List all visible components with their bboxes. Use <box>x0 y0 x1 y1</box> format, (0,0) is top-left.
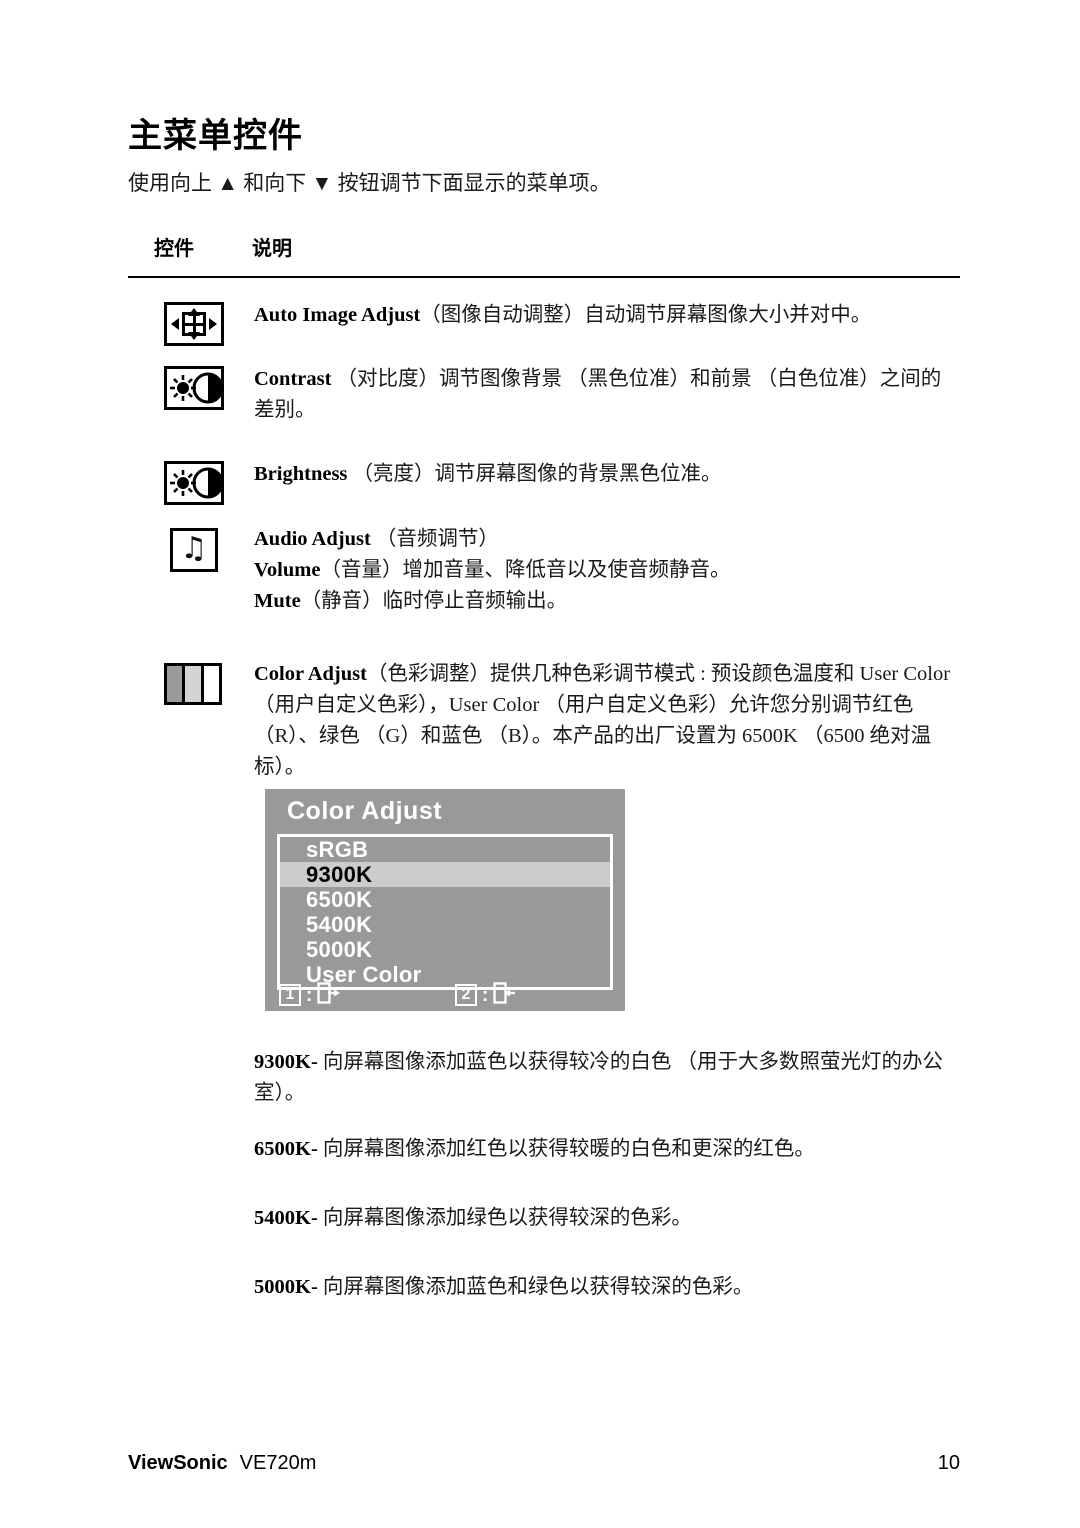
footer-brand-name: ViewSonic <box>128 1452 228 1474</box>
row-term: Brightness <box>254 463 348 485</box>
osd-option-list: sRGB 9300K 6500K 5400K 5000K User Color <box>277 834 613 990</box>
row-text: （图像自动调整）自动调节屏幕图像大小并对中。 <box>420 304 872 326</box>
column-header-control: 控件 <box>154 238 194 260</box>
volume-line: Volume（音量）增加音量、降低音以及使音频静音。 <box>254 555 960 586</box>
color-bar-dark <box>167 666 183 702</box>
note-5000k: 5000K- 向屏幕图像添加蓝色和绿色以获得较深的色彩。 <box>254 1272 960 1303</box>
mute-text: （静音）临时停止音频输出。 <box>300 590 568 613</box>
volume-text: （音量）增加音量、降低音以及使音频静音。 <box>320 559 731 582</box>
row-term: Contrast <box>254 368 332 390</box>
row-text: （亮度）调节屏幕图像的背景黑色位准。 <box>352 463 722 485</box>
osd-color-adjust-menu: Color Adjust sRGB 9300K 6500K 5400K 5000… <box>265 789 625 1011</box>
row-description: Audio Adjust （音频调节） Volume（音量）增加音量、降低音以及… <box>254 524 960 617</box>
note-5400k: 5400K- 向屏幕图像添加绿色以获得较深的色彩。 <box>254 1203 960 1234</box>
osd-item-5400k[interactable]: 5400K <box>280 912 610 937</box>
note-9300k: 9300K- 向屏幕图像添加蓝色以获得较冷的白色 （用于大多数照萤光灯的办公室）… <box>254 1047 960 1109</box>
row-term: Auto Image Adjust <box>254 304 421 326</box>
osd-item-9300k[interactable]: 9300K <box>280 862 610 887</box>
volume-term: Volume <box>254 559 321 582</box>
osd-key-2-cap: 2 <box>455 984 477 1006</box>
color-adjust-icon <box>164 663 222 705</box>
note-term: 9300K- <box>254 1051 318 1073</box>
footer-model: VE720m <box>239 1452 317 1474</box>
note-term: 6500K- <box>254 1138 318 1160</box>
document-page: 主菜单控件 使用向上 ▲ 和向下 ▼ 按钮调节下面显示的菜单项。 控件 说明 A… <box>0 0 1080 1528</box>
note-term: 5400K- <box>254 1207 318 1229</box>
contrast-glyph <box>170 372 224 404</box>
page-title: 主菜单控件 <box>128 117 303 155</box>
osd-key-2: 2 : <box>455 982 517 1008</box>
music-note-glyph: ♫ <box>180 531 208 566</box>
color-bar-white <box>200 666 219 702</box>
row-description: Color Adjust（色彩调整）提供几种色彩调节模式 : 预设颜色温度和 U… <box>254 659 960 784</box>
osd-key-1: 1 : <box>279 982 341 1008</box>
osd-item-srgb[interactable]: sRGB <box>280 837 610 862</box>
mute-term: Mute <box>254 590 301 613</box>
footer-page-number: 10 <box>937 1452 960 1474</box>
brightness-icon <box>164 461 224 505</box>
note-text: 向屏幕图像添加蓝色和绿色以获得较深的色彩。 <box>322 1276 754 1298</box>
osd-item-5000k[interactable]: 5000K <box>280 937 610 962</box>
color-bar-light <box>182 666 201 702</box>
row-text: （音频调节） <box>375 528 499 550</box>
header-divider <box>128 276 960 278</box>
column-header-description: 说明 <box>252 238 292 260</box>
osd-key-2-separator: : <box>482 984 489 1006</box>
footer-brand: ViewSonic VE720m <box>128 1452 316 1475</box>
osd-key-1-cap: 1 <box>279 984 301 1006</box>
audio-adjust-icon: ♫ <box>170 528 218 572</box>
row-term: Audio Adjust <box>254 528 371 550</box>
osd-key-legend: 1 : 2 : <box>277 980 613 1006</box>
mute-line: Mute（静音）临时停止音频输出。 <box>254 586 960 617</box>
note-text: 向屏幕图像添加绿色以获得较深的色彩。 <box>322 1207 692 1229</box>
exit-door-right-icon <box>317 982 341 1008</box>
row-description: Brightness （亮度）调节屏幕图像的背景黑色位准。 <box>254 459 960 490</box>
row-description: Auto Image Adjust（图像自动调整）自动调节屏幕图像大小并对中。 <box>254 300 960 331</box>
audio-adjust-line: Audio Adjust （音频调节） <box>254 524 960 555</box>
enter-door-left-icon <box>493 982 517 1008</box>
page-intro: 使用向上 ▲ 和向下 ▼ 按钮调节下面显示的菜单项。 <box>128 171 611 195</box>
note-text: 向屏幕图像添加蓝色以获得较冷的白色 （用于大多数照萤光灯的办公室）。 <box>254 1051 944 1105</box>
contrast-icon <box>164 366 224 410</box>
brightness-glyph <box>170 467 224 499</box>
row-term: Color Adjust <box>254 663 367 685</box>
note-term: 5000K- <box>254 1276 318 1298</box>
note-6500k: 6500K- 向屏幕图像添加红色以获得较暖的白色和更深的红色。 <box>254 1134 960 1165</box>
auto-image-adjust-icon <box>164 302 224 346</box>
row-description: Contrast （对比度）调节图像背景 （黑色位准）和前景 （白色位准）之间的… <box>254 364 960 426</box>
osd-item-6500k[interactable]: 6500K <box>280 887 610 912</box>
row-text: （对比度）调节图像背景 （黑色位准）和前景 （白色位准）之间的差别。 <box>254 368 942 422</box>
osd-title: Color Adjust <box>287 797 443 825</box>
note-text: 向屏幕图像添加红色以获得较暖的白色和更深的红色。 <box>322 1138 815 1160</box>
osd-key-1-separator: : <box>306 984 313 1006</box>
